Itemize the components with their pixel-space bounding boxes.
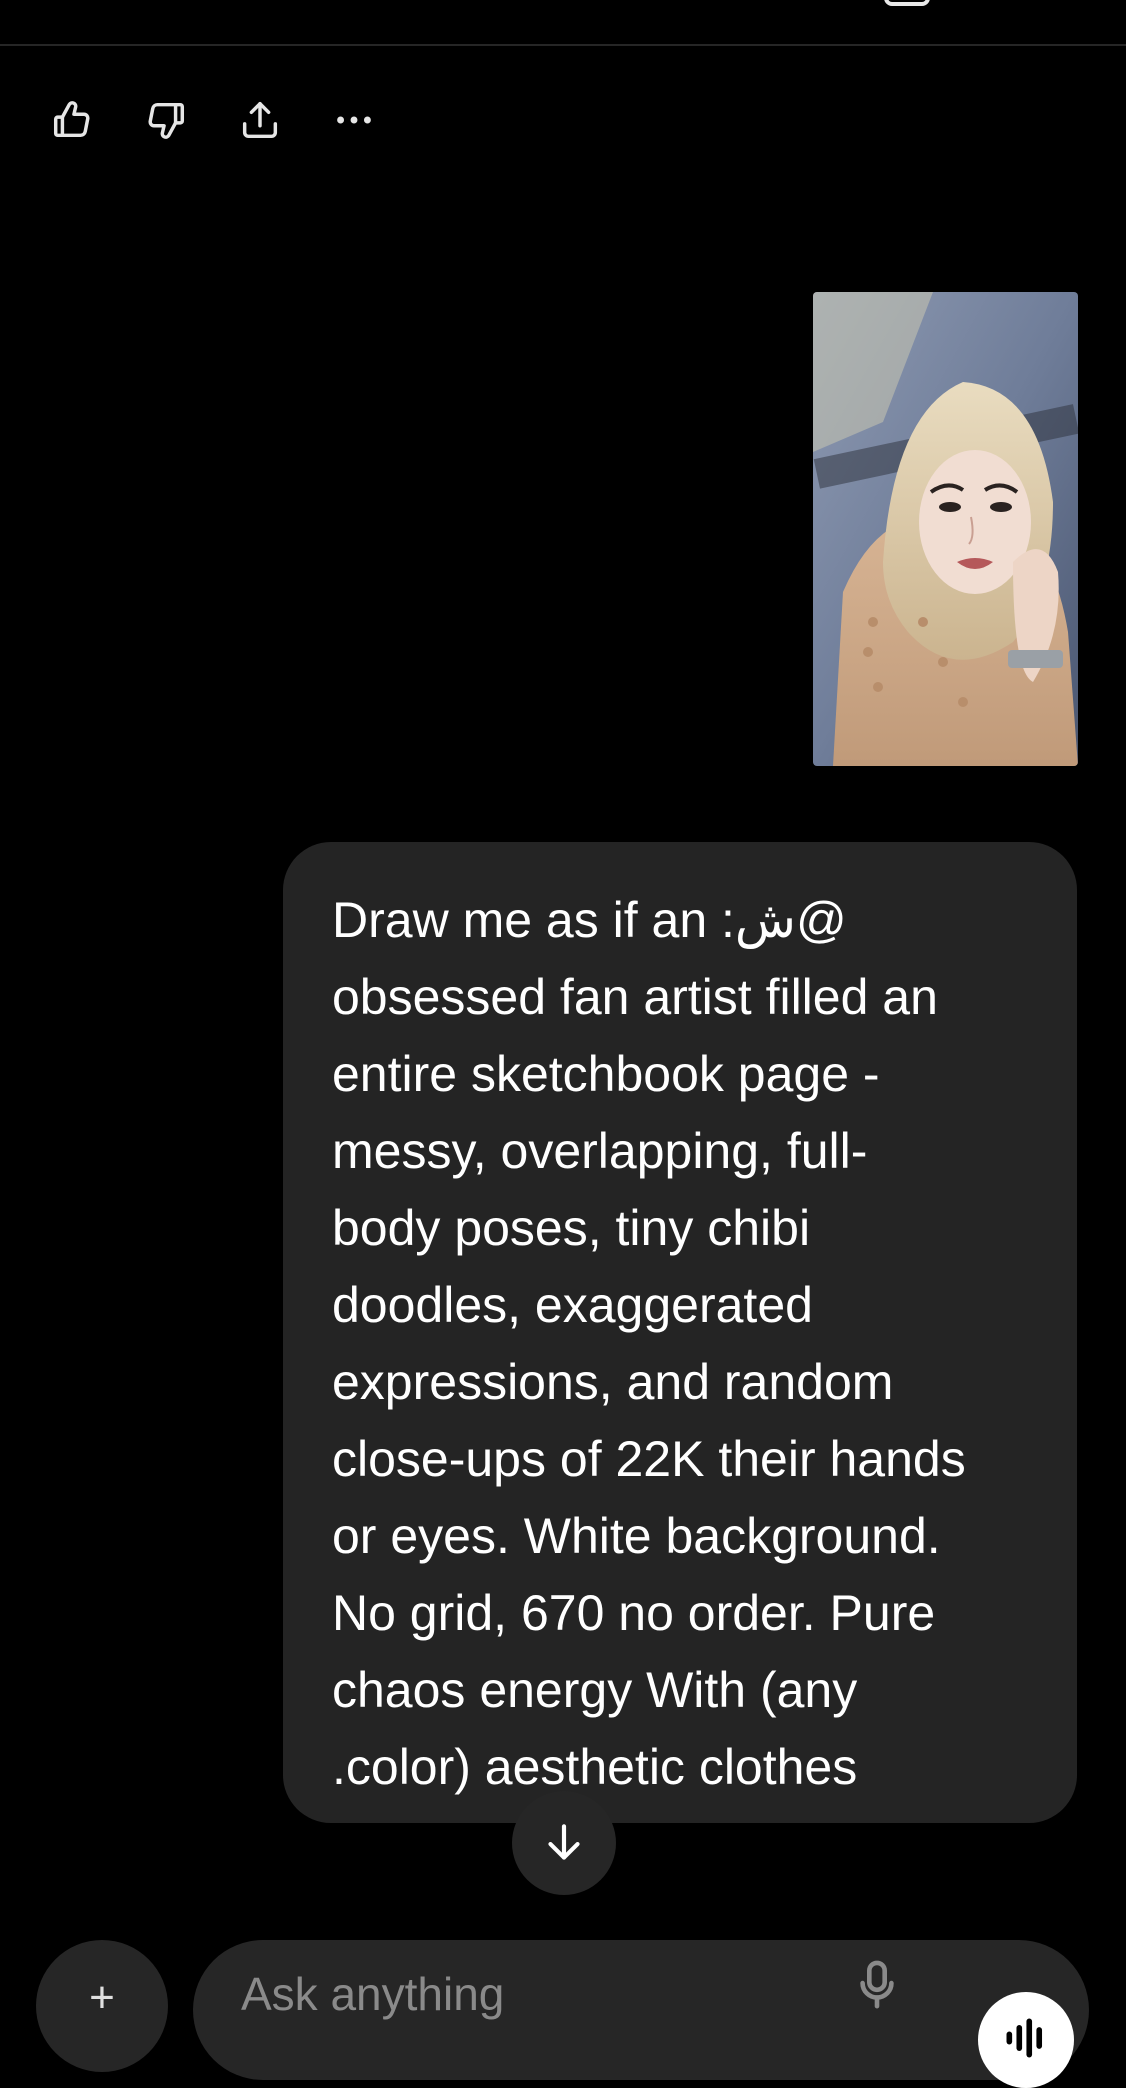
like-button[interactable] — [48, 96, 96, 144]
scroll-to-bottom-button[interactable] — [512, 1791, 616, 1895]
top-bar-icon[interactable] — [884, 0, 930, 6]
voice-mode-button[interactable] — [978, 1992, 1074, 2088]
add-attachment-button[interactable]: + — [36, 1940, 168, 2072]
header-divider — [0, 44, 1126, 46]
message-line: obsessed fan artist filled an — [332, 969, 938, 1025]
response-actions — [48, 90, 378, 150]
top-bar — [0, 0, 1126, 45]
portrait-image — [813, 292, 1078, 766]
message-line: entire sketchbook page - — [332, 1046, 880, 1102]
user-message-text: Draw me as if an :ش@ obsessed fan artist… — [332, 882, 1027, 1806]
message-line: .color) aesthetic clothes — [332, 1739, 858, 1795]
message-line: chaos energy With (any — [332, 1662, 858, 1718]
attached-photo[interactable] — [813, 292, 1078, 766]
more-icon — [337, 116, 371, 124]
message-line: body poses, tiny chibi — [332, 1200, 811, 1256]
share-icon — [242, 101, 278, 139]
more-button[interactable] — [330, 96, 378, 144]
message-input[interactable] — [241, 1964, 801, 2024]
message-line: or eyes. White background. — [332, 1508, 941, 1564]
microphone-icon[interactable] — [859, 1960, 895, 2010]
composer — [193, 1940, 1089, 2080]
thumbs-up-icon — [53, 101, 90, 138]
user-message-bubble: Draw me as if an :ش@ obsessed fan artist… — [283, 842, 1077, 1823]
message-line: messy, overlapping, full- — [332, 1123, 868, 1179]
dislike-button[interactable] — [142, 96, 190, 144]
message-line: expressions, and random — [332, 1354, 894, 1410]
message-line: close-ups of 22K their hands — [332, 1431, 966, 1487]
voice-waveform-icon — [1006, 2018, 1043, 2058]
arrow-down-icon — [548, 1824, 580, 1860]
plus-icon: + — [89, 1973, 115, 2022]
share-button[interactable] — [236, 96, 284, 144]
message-line: No grid, 670 no order. Pure — [332, 1585, 936, 1641]
message-line: Draw me as if an :ش@ — [332, 892, 847, 948]
thumbs-down-icon — [148, 102, 185, 139]
message-line: doodles, exaggerated — [332, 1277, 813, 1333]
